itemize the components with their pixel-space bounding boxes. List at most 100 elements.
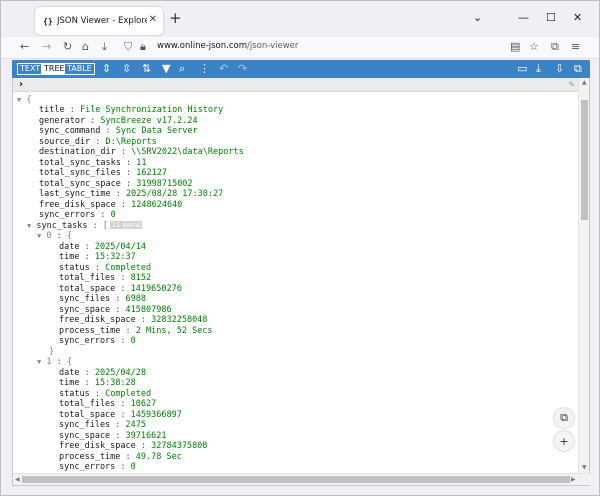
open-folder-icon[interactable]: ▭ <box>517 62 527 76</box>
value-status[interactable]: Completed <box>105 263 151 273</box>
collapse-triangle-icon[interactable]: ▼ <box>17 96 21 104</box>
tree-row-title[interactable]: title : File Synchronization History <box>39 105 223 115</box>
value-sync-errors[interactable]: 0 <box>131 336 136 346</box>
value-sync-errors[interactable]: 0 <box>111 210 116 220</box>
tree-row-date[interactable]: date : 2025/04/14 <box>59 242 146 252</box>
collapse-triangle-icon[interactable]: ▼ <box>27 222 31 230</box>
value-date[interactable]: 2025/04/14 <box>95 242 146 252</box>
value-total-sync-files[interactable]: 162127 <box>136 168 167 178</box>
tree-row-sync-errors[interactable]: sync_errors : 0 <box>39 210 116 220</box>
tree-row-free-disk-space[interactable]: free_disk_space : 32784375808 <box>59 441 207 451</box>
mode-text-button[interactable]: TEXT <box>17 63 44 75</box>
lock-icon[interactable]: 🔒︎ <box>140 40 146 54</box>
scroll-left-arrow-icon[interactable]: ◀ <box>15 476 20 483</box>
tree-row-free-disk-space[interactable]: free_disk_space : 32832258048 <box>59 315 207 325</box>
minimize-icon[interactable]: — <box>518 12 529 24</box>
download-icon[interactable]: ⤓ <box>536 62 541 76</box>
value-total-space[interactable]: 1419650276 <box>131 284 182 294</box>
tree-row-total-sync-tasks[interactable]: total_sync_tasks : 11 <box>39 158 147 168</box>
horizontal-scroll-thumb[interactable] <box>22 476 570 483</box>
tree-row-generator[interactable]: generator : SyncBreeze v17.2.24 <box>39 116 198 126</box>
more-vertical-icon[interactable]: ⋮ <box>199 62 210 76</box>
value-date[interactable]: 2025/04/28 <box>95 368 146 378</box>
home-icon[interactable]: ⌂ <box>82 40 89 54</box>
tree-row-task-0[interactable]: ▼ 0 : { <box>37 231 72 241</box>
value-free-disk-space[interactable]: 32832258048 <box>151 315 207 325</box>
tree-row-total-files[interactable]: total_files : 8152 <box>59 273 151 283</box>
shield-icon[interactable]: ⛉ <box>124 40 132 54</box>
tree-row-free-disk-space[interactable]: free_disk_space : 1248624640 <box>39 200 182 210</box>
url-field[interactable]: www.online-json.com/json-viewer <box>157 41 298 51</box>
tree-row-destination-dir[interactable]: destination_dir : \\SRV2022\data\Reports <box>39 147 244 157</box>
undo-icon[interactable]: ↶ <box>219 62 228 76</box>
bookmark-star-icon[interactable]: ☆ <box>529 40 539 54</box>
tree-row-status[interactable]: status : Completed <box>59 389 151 399</box>
value-sync-space[interactable]: 39716621 <box>126 431 167 441</box>
tree-row-sync-command[interactable]: sync_command : Sync Data Server <box>39 126 198 136</box>
tree-row-status[interactable]: status : Completed <box>59 263 151 273</box>
tree-row-process-time[interactable]: process_time : 2 Mins, 52 Secs <box>59 326 213 336</box>
tree-row-sync-files[interactable]: sync_files : 2475 <box>59 420 146 430</box>
forward-arrow-right-icon[interactable]: → <box>42 40 51 54</box>
vertical-scroll-thumb[interactable] <box>581 100 588 220</box>
value-sync-errors[interactable]: 0 <box>131 462 136 472</box>
tree-row-task-1[interactable]: ▼ 1 : { <box>37 357 72 367</box>
extensions-icon[interactable]: ⧉ <box>551 40 559 54</box>
tree-row-sync-tasks[interactable]: ▼ sync_tasks : [11 items <box>27 221 143 231</box>
tree-row-total-space[interactable]: total_space : 1459366897 <box>59 410 182 420</box>
save-icon[interactable]: ⇩ <box>555 62 564 76</box>
value-sync-space[interactable]: 415807986 <box>126 305 172 315</box>
value-sync-files[interactable]: 2475 <box>126 420 146 430</box>
redo-icon[interactable]: ↷ <box>238 62 247 76</box>
value-total-sync-tasks[interactable]: 11 <box>136 158 146 168</box>
copy-icon[interactable]: ⧉ <box>574 62 582 76</box>
value-source-dir[interactable]: D:\Reports <box>106 137 157 147</box>
collapse-triangle-icon[interactable]: ▼ <box>37 232 41 240</box>
hamburger-menu-icon[interactable]: ≡ <box>571 40 580 54</box>
value-free-disk-space[interactable]: 32784375808 <box>151 441 207 451</box>
tree-row-total-space[interactable]: total_space : 1419650276 <box>59 284 182 294</box>
tree-row-process-time[interactable]: process_time : 49.78 Sec <box>59 452 182 462</box>
navigation-chevron-right-icon[interactable]: › <box>19 79 23 90</box>
value-last-sync-time[interactable]: 2025/08/28 17:30:27 <box>126 189 223 199</box>
value-status[interactable]: Completed <box>105 389 151 399</box>
tab-list-chevron-down-icon[interactable]: ⌄ <box>473 12 482 24</box>
value-time[interactable]: 15:32:37 <box>95 252 136 262</box>
value-process-time[interactable]: 2 Mins, 52 Secs <box>136 326 213 336</box>
add-button[interactable]: + <box>554 431 574 451</box>
tree-row-time[interactable]: time : 15:38:28 <box>59 378 136 388</box>
maximize-icon[interactable]: ☐ <box>546 12 556 24</box>
reload-icon[interactable]: ↻ <box>63 40 72 54</box>
collapse-triangle-icon[interactable]: ▼ <box>37 358 41 366</box>
value-time[interactable]: 15:38:28 <box>95 378 136 388</box>
tree-row-total-files[interactable]: total_files : 10627 <box>59 399 156 409</box>
vertical-scrollbar[interactable]: ▲ ▼ <box>578 78 589 474</box>
value-title[interactable]: File Synchronization History <box>80 105 223 115</box>
scroll-right-arrow-icon[interactable]: ▶ <box>571 476 576 483</box>
expand-all-icon[interactable]: ⇕ <box>102 62 111 76</box>
tree-row-last-sync-time[interactable]: last_sync_time : 2025/08/28 17:30:27 <box>39 189 223 199</box>
scroll-down-arrow-icon[interactable]: ▼ <box>582 464 587 471</box>
search-icon[interactable]: ⌕ <box>179 62 185 76</box>
tree-row-total-sync-files[interactable]: total_sync_files : 162127 <box>39 168 167 178</box>
tree-row-date[interactable]: date : 2025/04/28 <box>59 368 146 378</box>
tree-root[interactable]: ▼ { <box>17 95 31 105</box>
horizontal-scrollbar[interactable]: ◀ ▶ <box>13 473 591 485</box>
mode-table-button[interactable]: TABLE <box>64 63 95 75</box>
tab-close-icon[interactable]: ✕ <box>149 14 157 25</box>
value-total-files[interactable]: 10627 <box>131 399 157 409</box>
value-sync-files[interactable]: 6988 <box>126 294 146 304</box>
context-menu-button[interactable]: ⧉ <box>554 408 574 428</box>
tree-row-total-sync-space[interactable]: total_sync_space : 31998715002 <box>39 179 193 189</box>
value-free-disk-space[interactable]: 1248624640 <box>131 200 182 210</box>
tree-row-sync-errors[interactable]: sync_errors : 0 <box>59 336 136 346</box>
tree-row-time[interactable]: time : 15:32:37 <box>59 252 136 262</box>
window-close-icon[interactable]: ✕ <box>573 12 582 24</box>
filter-icon[interactable]: ▼ <box>162 62 170 76</box>
reader-view-icon[interactable]: ▤ <box>510 40 520 54</box>
value-total-files[interactable]: 8152 <box>131 273 151 283</box>
edit-path-icon[interactable]: ✎ <box>568 80 575 89</box>
back-arrow-left-icon[interactable]: ← <box>20 40 29 54</box>
sort-icon[interactable]: ⇅ <box>142 62 151 76</box>
tree-row-sync-space[interactable]: sync_space : 415807986 <box>59 305 172 315</box>
